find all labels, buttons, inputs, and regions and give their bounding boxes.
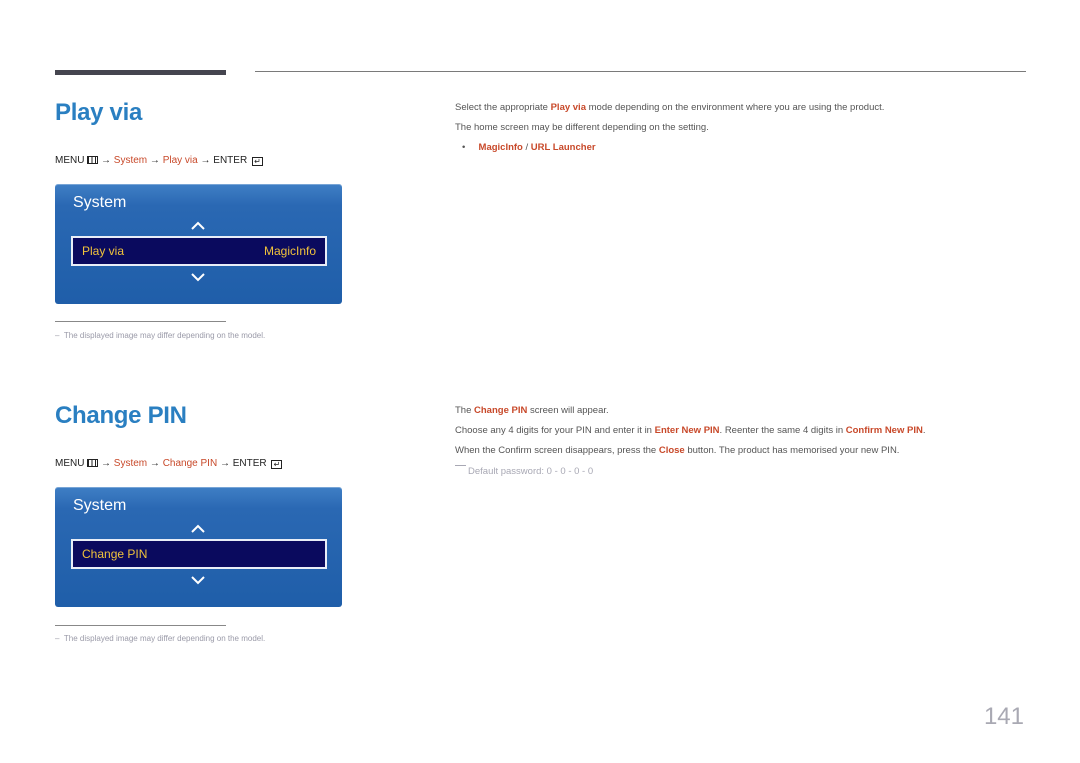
play-via-description-line1: Select the appropriate Play via mode dep…: [455, 102, 884, 113]
arrow-icon: →: [101, 458, 112, 469]
chevron-up-icon[interactable]: [191, 524, 205, 534]
chevron-up-icon[interactable]: [191, 221, 205, 231]
text: When the Confirm screen disappears, pres…: [455, 445, 659, 456]
menu-path-play-via: MENU → System → Play via → ENTER ↵: [55, 155, 263, 166]
osd-selected-item[interactable]: Change PIN: [71, 539, 327, 569]
menu-path-item: Change PIN: [162, 458, 218, 469]
text: mode depending on the environment where …: [585, 102, 885, 113]
highlight-confirm-new-pin: Confirm New PIN: [845, 425, 923, 436]
osd-title: System: [73, 497, 127, 514]
text: . Reenter the same 4 digits in: [719, 425, 846, 436]
note-rule: [55, 625, 226, 626]
play-via-options: • MagicInfo / URL Launcher: [462, 142, 596, 153]
menu-label: MENU: [55, 458, 85, 469]
arrow-icon: →: [200, 155, 211, 166]
header-rule-thick: [55, 70, 226, 75]
osd-selected-item[interactable]: Play via MagicInfo: [71, 236, 327, 266]
page-number: 141: [983, 703, 1024, 730]
osd-menu-play-via: System Play via MagicInfo: [55, 184, 342, 304]
enter-icon: ↵: [251, 157, 263, 166]
highlight-enter-new-pin: Enter New PIN: [654, 425, 720, 436]
menu-path-change-pin: MENU → System → Change PIN → ENTER ↵: [55, 458, 283, 469]
separator: /: [522, 142, 531, 153]
dash-icon: –: [55, 331, 64, 340]
text: Select the appropriate: [455, 102, 551, 113]
text: screen will appear.: [527, 405, 609, 416]
osd-title: System: [73, 194, 127, 211]
chevron-down-icon[interactable]: [191, 575, 205, 585]
text: The: [455, 405, 475, 416]
menu-grid-icon: [87, 459, 99, 467]
osd-menu-change-pin: System Change PIN: [55, 487, 342, 607]
menu-path-system: System: [113, 458, 148, 469]
arrow-icon: →: [101, 155, 112, 166]
chevron-down-icon[interactable]: [191, 272, 205, 282]
arrow-icon: →: [149, 458, 160, 469]
section-title-play-via: Play via: [55, 99, 143, 126]
menu-path-item: Play via: [162, 155, 198, 166]
arrow-icon: →: [219, 458, 230, 469]
note-text: The displayed image may differ depending…: [63, 331, 266, 340]
option-magicinfo: MagicInfo: [478, 142, 523, 153]
highlight: Change PIN: [474, 405, 528, 416]
osd-item-label: Change PIN: [82, 547, 148, 561]
default-password-text: Default password: 0 - 0 - 0 - 0: [468, 466, 594, 477]
note-text: The displayed image may differ depending…: [63, 634, 266, 643]
enter-label: ENTER: [232, 458, 267, 469]
menu-label: MENU: [55, 155, 85, 166]
image-note: – The displayed image may differ dependi…: [55, 634, 265, 643]
menu-grid-icon: [87, 156, 99, 164]
option-url-launcher: URL Launcher: [530, 142, 596, 153]
default-password-note: Default password: 0 - 0 - 0 - 0: [455, 465, 593, 477]
highlight: Play via: [550, 102, 586, 113]
note-rule: [55, 321, 226, 322]
dash-icon: –: [55, 634, 64, 643]
bullet-icon: •: [462, 142, 466, 153]
arrow-icon: →: [149, 155, 160, 166]
osd-item-value: MagicInfo: [263, 244, 316, 258]
section-title-change-pin: Change PIN: [55, 402, 187, 429]
text: .: [922, 425, 926, 436]
enter-label: ENTER: [213, 155, 248, 166]
change-pin-description-line2: Choose any 4 digits for your PIN and ent…: [455, 425, 925, 436]
menu-path-system: System: [113, 155, 148, 166]
text: Choose any 4 digits for your PIN and ent…: [455, 425, 655, 436]
change-pin-description-line3: When the Confirm screen disappears, pres…: [455, 445, 899, 456]
highlight-close: Close: [658, 445, 685, 456]
dash-icon: [455, 465, 466, 466]
header-rule-thin: [255, 71, 1026, 72]
text: button. The product has memorised your n…: [684, 445, 900, 456]
enter-icon: ↵: [271, 460, 283, 469]
image-note: – The displayed image may differ dependi…: [55, 331, 265, 340]
play-via-description-line2: The home screen may be different dependi…: [455, 122, 709, 133]
osd-item-label: Play via: [82, 244, 125, 258]
change-pin-description-line1: The Change PIN screen will appear.: [455, 405, 609, 416]
